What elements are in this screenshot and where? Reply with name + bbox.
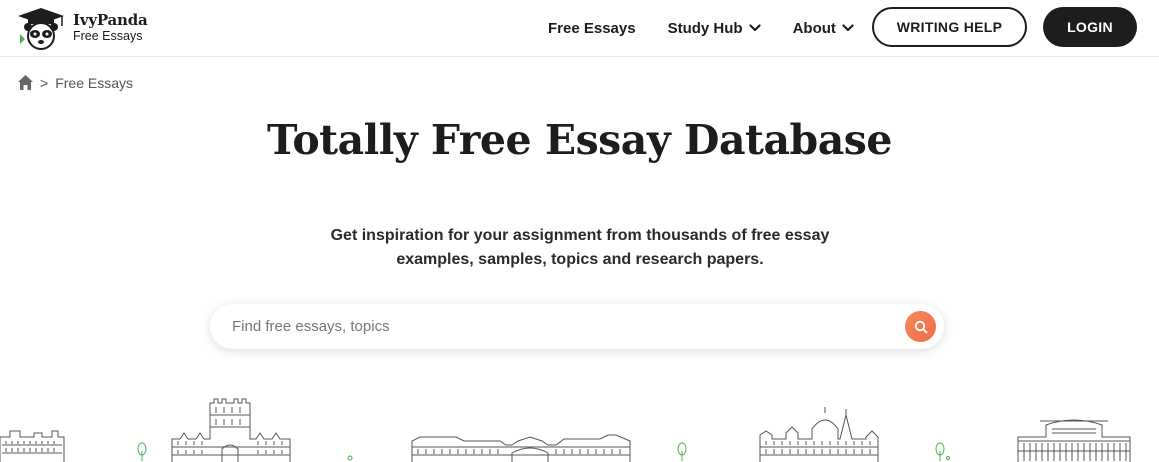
building-illustration (759, 407, 879, 462)
main-nav: Free Essays Study Hub About (548, 0, 886, 56)
writing-help-button[interactable]: WRITING HELP (872, 7, 1027, 47)
breadcrumb-current: Free Essays (55, 74, 133, 91)
tree-icon (935, 442, 950, 461)
breadcrumb: > Free Essays (17, 74, 133, 91)
logo[interactable]: IvyPanda Free Essays (16, 6, 148, 50)
nav-about[interactable]: About (793, 20, 854, 37)
campus-skyline-illustration (0, 398, 1131, 462)
search-icon (914, 320, 927, 333)
logo-subtitle: Free Essays (73, 29, 143, 44)
chevron-down-icon (748, 24, 761, 32)
tree-icon (137, 442, 147, 461)
building-illustration (0, 430, 65, 462)
site-header: IvyPanda Free Essays Free Essays Study H… (0, 0, 1159, 57)
nav-about-label: About (792, 19, 836, 37)
home-icon[interactable] (17, 74, 34, 91)
nav-free-essays-label: Free Essays (548, 19, 636, 37)
login-button[interactable]: LOGIN (1043, 7, 1137, 47)
search-button[interactable] (905, 311, 936, 342)
tree-icon (677, 442, 687, 461)
sprout-icon (347, 455, 353, 461)
nav-free-essays[interactable]: Free Essays (548, 20, 636, 37)
building-illustration (171, 398, 291, 462)
chevron-down-icon (842, 24, 854, 32)
building-illustration (411, 434, 631, 462)
nav-study-hub[interactable]: Study Hub (668, 20, 761, 37)
building-illustration (1017, 419, 1131, 462)
subtitle-line-2: examples, samples, topics and research p… (396, 251, 764, 268)
subtitle-line-1: Get inspiration for your assignment from… (330, 227, 830, 244)
breadcrumb-separator: > (40, 74, 49, 91)
nav-study-hub-label: Study Hub (667, 19, 743, 37)
panda-logo-icon (18, 8, 64, 50)
page-subtitle: Get inspiration for your assignment from… (280, 224, 880, 272)
page-title: Totally Free Essay Database (267, 116, 892, 164)
logo-name: IvyPanda (73, 10, 148, 29)
search-input[interactable] (232, 304, 892, 349)
search-bar (210, 304, 944, 349)
